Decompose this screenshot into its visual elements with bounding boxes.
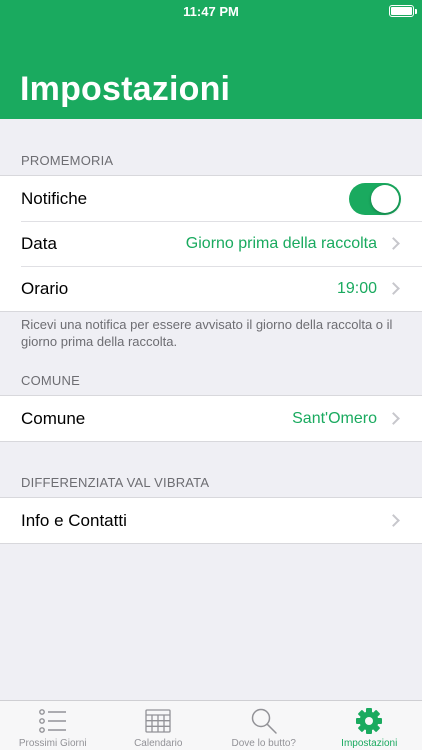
tab-label: Impostazioni xyxy=(341,738,398,749)
tab-label: Prossimi Giorni xyxy=(18,738,87,749)
promemoria-group: Notifiche Data Giorno prima della raccol… xyxy=(0,175,422,312)
orario-label: Orario xyxy=(21,278,69,298)
chevron-right-icon xyxy=(387,514,400,527)
page-title: Impostazioni xyxy=(20,70,231,108)
notifiche-label: Notifiche xyxy=(21,188,88,208)
status-time: 11:47 PM xyxy=(183,4,239,19)
search-icon xyxy=(249,706,279,736)
differenziata-group: Info e Contatti xyxy=(0,497,422,544)
promemoria-footnote: Ricevi una notifica per essere avvisato … xyxy=(21,317,393,349)
section-header-promemoria: PROMEMORIA xyxy=(21,153,114,168)
gear-icon xyxy=(354,706,384,736)
section-header-differenziata: DIFFERENZIATA VAL VIBRATA xyxy=(21,475,210,490)
calendar-icon xyxy=(143,706,173,736)
comune-row[interactable]: Comune Sant'Omero xyxy=(0,396,422,441)
info-contatti-row[interactable]: Info e Contatti xyxy=(0,498,422,543)
comune-value: Sant'Omero xyxy=(292,409,377,427)
tab-dove-lo-butto[interactable]: Dove lo butto? xyxy=(211,701,317,750)
toggle-knob xyxy=(371,184,399,213)
chevron-right-icon xyxy=(387,412,400,425)
orario-row[interactable]: Orario 19:00 xyxy=(0,266,422,311)
tab-label: Dove lo butto? xyxy=(231,738,297,749)
info-contatti-label: Info e Contatti xyxy=(21,510,127,530)
tab-bar: Prossimi Giorni Calendario Dove lo butto… xyxy=(0,700,422,750)
section-header-comune: COMUNE xyxy=(21,373,80,388)
notifiche-toggle[interactable] xyxy=(349,182,401,215)
notifiche-row: Notifiche xyxy=(0,176,422,221)
tab-label: Calendario xyxy=(134,738,183,749)
orario-value: 19:00 xyxy=(336,279,377,297)
list-icon xyxy=(38,706,68,736)
data-label: Data xyxy=(21,233,57,253)
comune-group: Comune Sant'Omero xyxy=(0,395,422,442)
navigation-header: 11:47 PM Impostazioni xyxy=(0,0,422,119)
tab-prossimi-giorni[interactable]: Prossimi Giorni xyxy=(0,701,106,750)
tab-calendario[interactable]: Calendario xyxy=(106,701,212,750)
status-bar: 11:47 PM xyxy=(0,0,422,22)
chevron-right-icon xyxy=(387,237,400,250)
data-row[interactable]: Data Giorno prima della raccolta xyxy=(0,221,422,266)
tab-impostazioni[interactable]: Impostazioni xyxy=(317,701,422,750)
comune-label: Comune xyxy=(21,408,86,428)
battery-icon xyxy=(389,5,417,17)
chevron-right-icon xyxy=(387,282,400,295)
data-value: Giorno prima della raccolta xyxy=(185,234,377,252)
